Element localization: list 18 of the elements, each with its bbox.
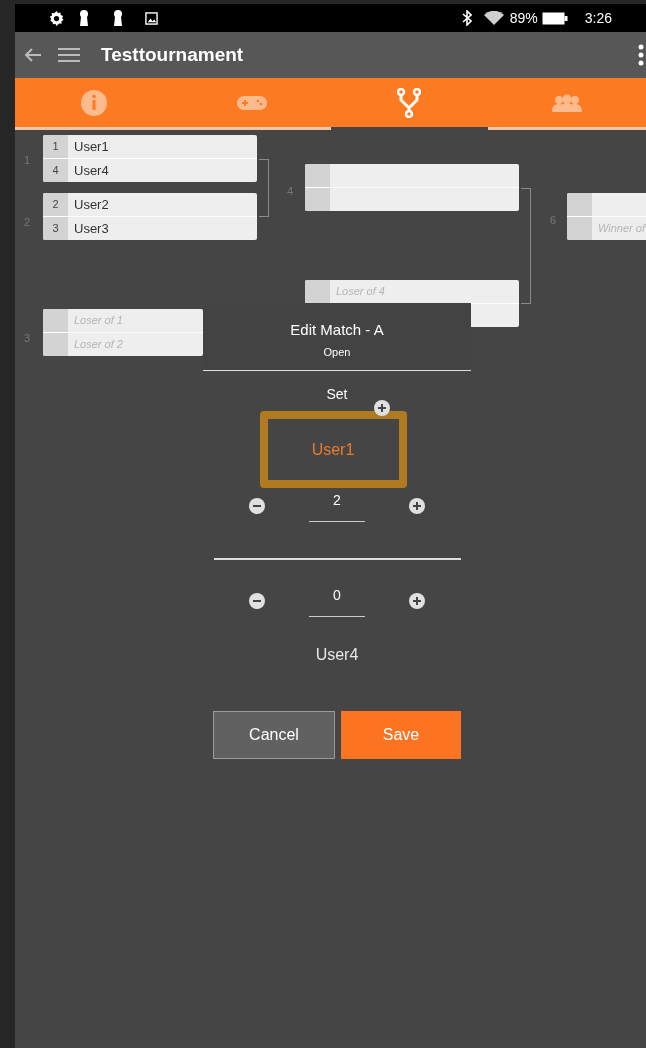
clock-time: 3:26 [584,8,612,28]
player-name: User3 [74,219,109,238]
player-name: User2 [74,195,109,214]
dialog-title: Edit Match - A [290,320,384,340]
placeholder-text: Loser of 2 [74,337,123,353]
match-status: Open [323,344,351,360]
player-name: User4 [315,645,359,665]
battery-percentage: 89% [509,8,538,28]
player-name: User4 [74,161,109,180]
player-name: User1 [74,137,109,156]
seed-cell: 4 [43,159,68,182]
seed-cell: 3 [43,217,68,240]
player-name: User1 [311,439,355,460]
seed-cell: 2 [43,193,68,216]
app-title: Testtournament [101,42,244,67]
placeholder-text: Loser of 4 [336,284,385,300]
set-label: Set [326,385,348,404]
seed-cell: 1 [43,135,68,158]
